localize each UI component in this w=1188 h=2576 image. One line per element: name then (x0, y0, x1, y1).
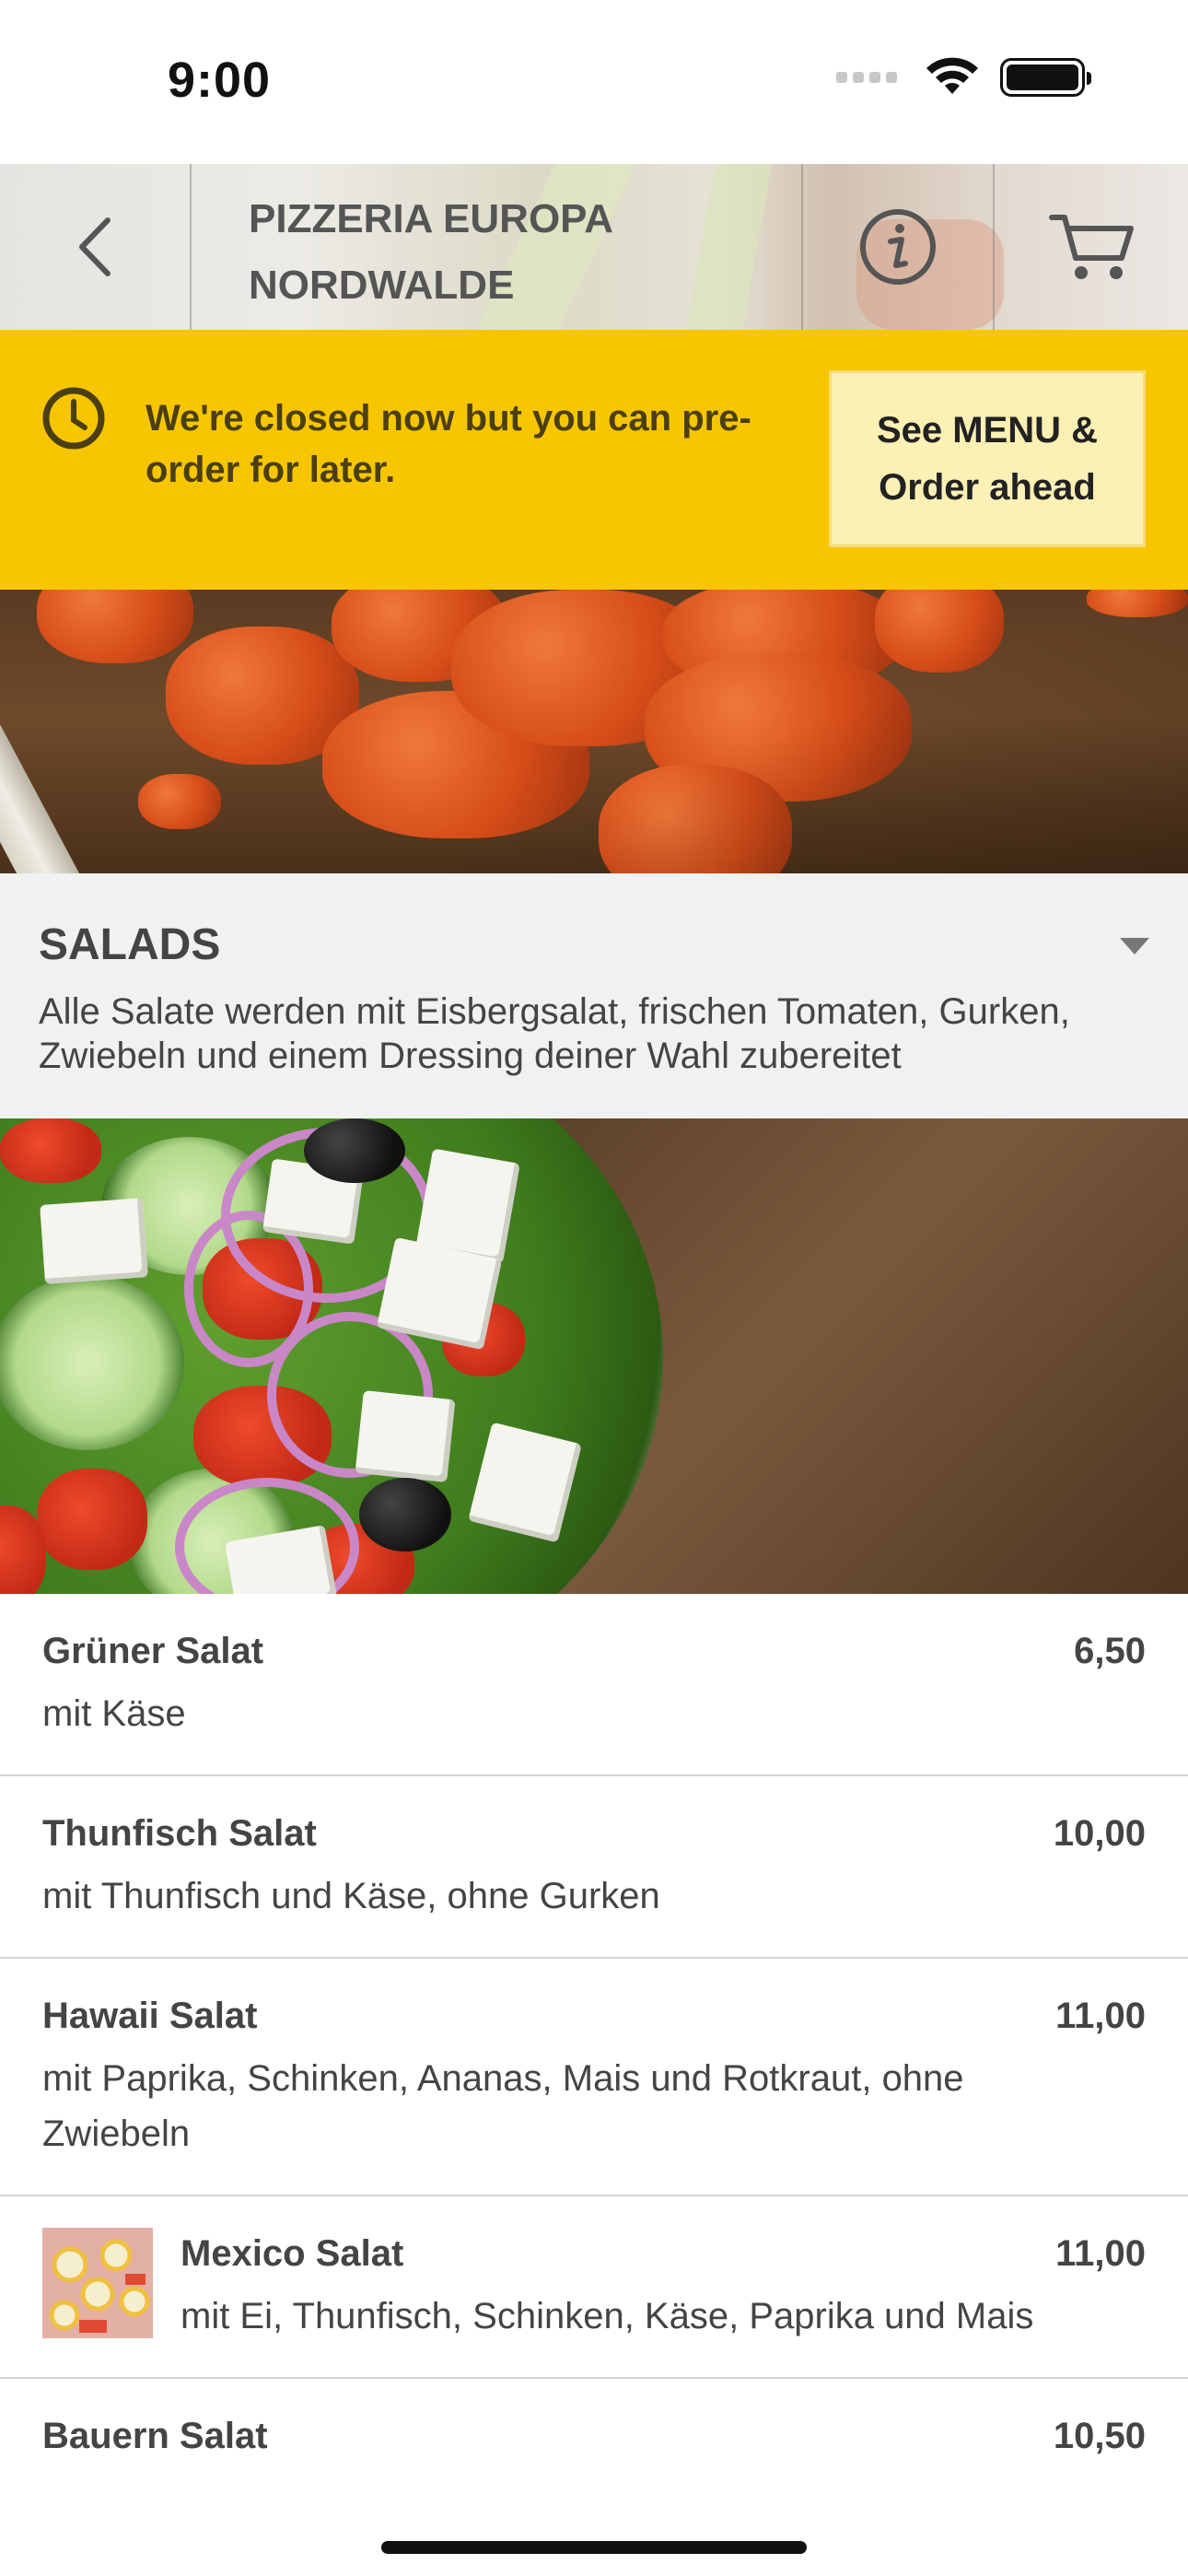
see-menu-button-line1: See MENU & (876, 410, 1099, 451)
menu-item-name: Grüner Salat (42, 1631, 264, 1671)
restaurant-title: PIZZERIA EUROPA NORDWALDE (249, 186, 613, 319)
closed-notice-text: We're closed now but you can pre-order f… (146, 398, 751, 490)
back-button[interactable] (0, 164, 192, 330)
section-title: SALADS (39, 920, 221, 969)
salads-section-header[interactable]: SALADS Alle Salate werden mit Eisbergsal… (0, 873, 1188, 1118)
cart-icon (1049, 215, 1134, 279)
info-icon (860, 209, 936, 285)
menu-item-price: 6,50 (1074, 1631, 1146, 1671)
menu-item-description: mit Ei, Thunfisch, Schinken, Käse, Papri… (181, 2296, 1034, 2336)
status-time: 9:00 (168, 53, 272, 108)
menu-item-price: 10,50 (1053, 2416, 1146, 2456)
section-description: Alle Salate werden mit Eisbergsalat, fri… (39, 991, 1070, 1076)
menu-item[interactable]: Grüner Salat 6,50 mit Käse (0, 1594, 1188, 1776)
menu-item-name: Mexico Salat (181, 2233, 404, 2274)
cart-button[interactable] (996, 164, 1188, 330)
status-bar: 9:00 (0, 0, 1188, 164)
menu-item-description: mit Thunfisch und Käse, ohne Gurken (42, 1876, 660, 1916)
menu-item[interactable]: Hawaii Salat 11,00 mit Paprika, Schinken… (0, 1959, 1188, 2196)
wifi-icon (926, 57, 978, 94)
menu-item-list: Grüner Salat 6,50 mit Käse Thunfisch Sal… (0, 1594, 1188, 2491)
menu-item-name: Bauern Salat (42, 2416, 268, 2456)
menu-item-price: 10,00 (1053, 1813, 1146, 1854)
menu-item-thumbnail[interactable] (42, 2228, 153, 2338)
see-menu-order-ahead-button[interactable]: See MENU & Order ahead (829, 370, 1146, 547)
back-chevron-icon (79, 217, 111, 276)
hero-food-image (0, 590, 1188, 873)
restaurant-title-line1: PIZZERIA EUROPA (249, 196, 614, 241)
battery-icon (1000, 58, 1091, 97)
restaurant-header: PIZZERIA EUROPA NORDWALDE (0, 164, 1188, 330)
home-indicator[interactable] (381, 2541, 807, 2554)
menu-item[interactable]: Mexico Salat 11,00 mit Ei, Thunfisch, Sc… (0, 2196, 1188, 2379)
closed-notice-banner: We're closed now but you can pre-order f… (0, 330, 1188, 590)
menu-item-price: 11,00 (1055, 2233, 1146, 2274)
info-button[interactable] (801, 164, 995, 330)
menu-item-description: mit Käse (42, 1693, 186, 1734)
see-menu-button-line2: Order ahead (879, 467, 1096, 508)
restaurant-title-line2: NORDWALDE (249, 263, 515, 308)
menu-item-description: mit Paprika, Schinken, Ananas, Mais und … (42, 2058, 964, 2154)
status-icons (836, 57, 1091, 98)
menu-item-name: Hawaii Salat (42, 1996, 258, 2036)
salad-category-image (0, 1118, 1188, 1594)
menu-item-name: Thunfisch Salat (42, 1813, 317, 1854)
menu-item[interactable]: Thunfisch Salat 10,00 mit Thunfisch und … (0, 1776, 1188, 1959)
menu-item[interactable]: Bauern Salat 10,50 (0, 2379, 1188, 2491)
clock-icon (42, 387, 105, 450)
cellular-signal-icon (836, 72, 897, 83)
menu-item-price: 11,00 (1055, 1996, 1146, 2036)
caret-down-icon[interactable] (1118, 936, 1151, 956)
